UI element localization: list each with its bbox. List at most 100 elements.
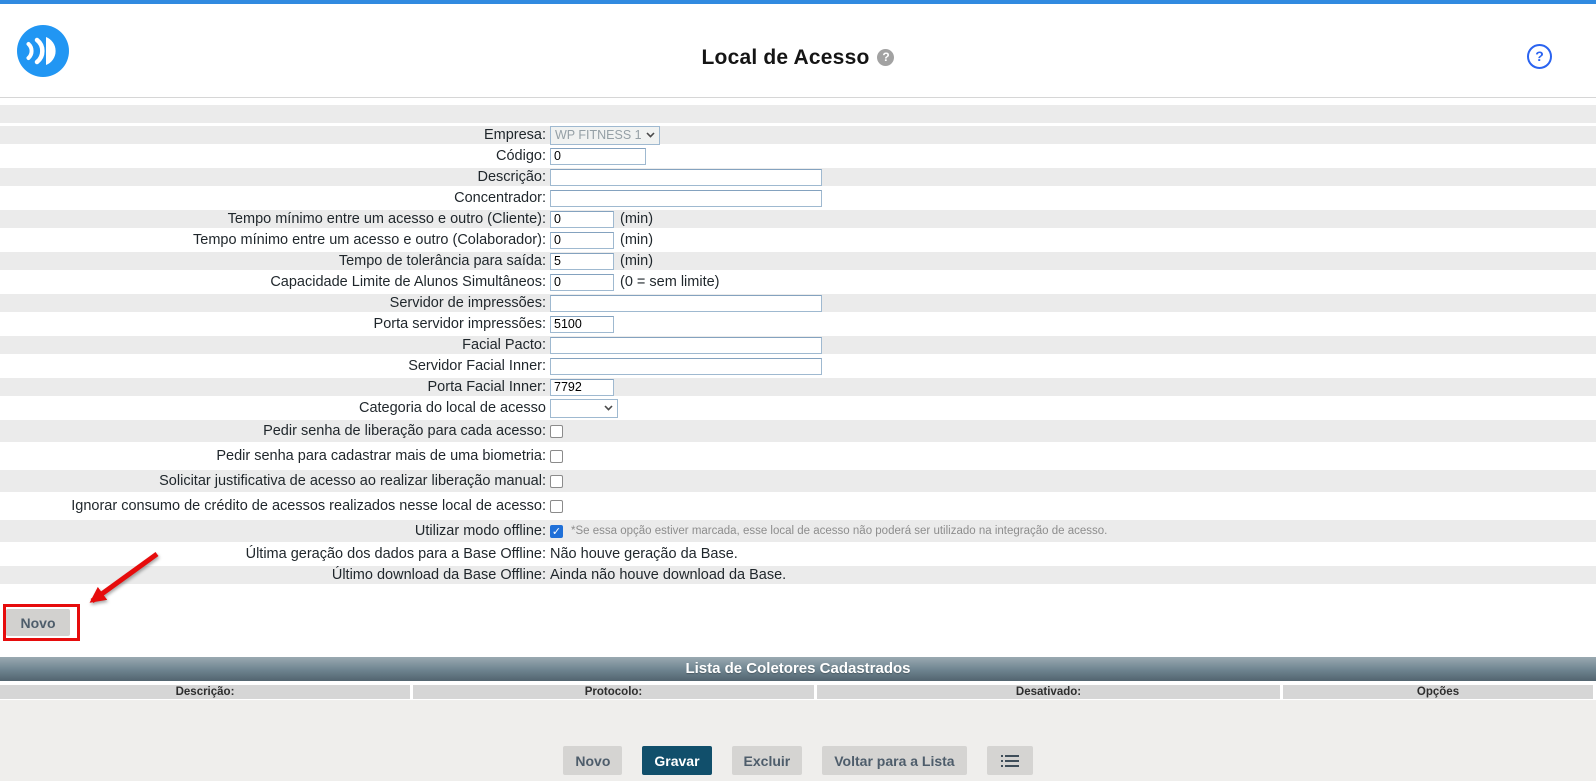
capacidade-limite-suffix: (0 = sem limite) bbox=[620, 274, 720, 290]
tempo-minimo-colaborador-suffix: (min) bbox=[620, 232, 653, 248]
field-label-pedir-senha-liberacao: Pedir senha de liberação para cada acess… bbox=[0, 423, 550, 439]
empresa-select[interactable]: WP FITNESS 1 bbox=[550, 126, 660, 145]
porta-impressoes-input[interactable] bbox=[550, 316, 614, 333]
field-control-ultimo-download-base: Ainda não houve download da Base. bbox=[550, 567, 786, 583]
facial-pacto-input[interactable] bbox=[550, 337, 822, 354]
voltar-lista-button[interactable]: Voltar para a Lista bbox=[822, 746, 966, 775]
field-control-servidor-facial-inner bbox=[550, 358, 822, 375]
list-icon bbox=[1001, 754, 1019, 768]
form-row-capacidade-limite: Capacidade Limite de Alunos Simultâneos:… bbox=[0, 273, 1596, 291]
chevron-down-icon bbox=[646, 132, 655, 138]
form-row-ignorar-consumo-credito: Ignorar consumo de crédito de acessos re… bbox=[0, 495, 1596, 517]
field-label-tempo-minimo-cliente: Tempo mínimo entre um acesso e outro (Cl… bbox=[0, 211, 550, 227]
field-control-facial-pacto bbox=[550, 337, 822, 354]
field-label-facial-pacto: Facial Pacto: bbox=[0, 337, 550, 353]
page-header: Local de Acesso? ? bbox=[0, 4, 1596, 98]
field-control-porta-impressoes bbox=[550, 316, 614, 333]
novo-button[interactable]: Novo bbox=[563, 746, 622, 775]
collectors-table-header: Descrição:Protocolo:Desativado:Opções bbox=[0, 685, 1596, 699]
field-label-servidor-facial-inner: Servidor Facial Inner: bbox=[0, 358, 550, 374]
field-label-pedir-senha-biometria: Pedir senha para cadastrar mais de uma b… bbox=[0, 448, 550, 464]
field-control-pedir-senha-liberacao bbox=[550, 425, 563, 438]
title-help-icon[interactable]: ? bbox=[877, 49, 894, 66]
collectors-section: Lista de Coletores Cadastrados Descrição… bbox=[0, 657, 1596, 699]
utilizar-modo-offline-checkbox[interactable]: ✓ bbox=[550, 525, 563, 538]
help-icon[interactable]: ? bbox=[1527, 44, 1552, 69]
pedir-senha-biometria-checkbox[interactable] bbox=[550, 450, 563, 463]
form-row-spacer bbox=[0, 105, 1596, 123]
tempo-minimo-colaborador-input[interactable] bbox=[550, 232, 614, 249]
tempo-tolerancia-saida-input[interactable] bbox=[550, 253, 614, 270]
form-row-ultima-geracao-base: Última geração dos dados para a Base Off… bbox=[0, 545, 1596, 563]
column-header-2: Desativado: bbox=[817, 685, 1280, 699]
tempo-tolerancia-saida-suffix: (min) bbox=[620, 253, 653, 269]
field-control-descricao bbox=[550, 169, 822, 186]
field-label-concentrador: Concentrador: bbox=[0, 190, 550, 206]
field-label-empresa: Empresa: bbox=[0, 127, 550, 143]
field-control-pedir-senha-biometria bbox=[550, 450, 563, 463]
page-title-wrap: Local de Acesso? bbox=[0, 46, 1596, 70]
field-label-tempo-minimo-colaborador: Tempo mínimo entre um acesso e outro (Co… bbox=[0, 232, 550, 248]
field-control-ignorar-consumo-credito bbox=[550, 500, 563, 513]
field-control-concentrador bbox=[550, 190, 822, 207]
highlight-arrow-icon bbox=[62, 546, 167, 618]
form-row-categoria-local-acesso: Categoria do local de acesso bbox=[0, 399, 1596, 417]
field-label-ignorar-consumo-credito: Ignorar consumo de crédito de acessos re… bbox=[0, 498, 550, 514]
form-row-pedir-senha-biometria: Pedir senha para cadastrar mais de uma b… bbox=[0, 445, 1596, 467]
tempo-minimo-cliente-suffix: (min) bbox=[620, 211, 653, 227]
page-title: Local de Acesso bbox=[702, 46, 870, 69]
excluir-button[interactable]: Excluir bbox=[732, 746, 803, 775]
solicitar-justificativa-checkbox[interactable] bbox=[550, 475, 563, 488]
concentrador-input[interactable] bbox=[550, 190, 822, 207]
access-location-form: Empresa: WP FITNESS 1 Código: Descrição: Con… bbox=[0, 105, 1596, 587]
field-label-solicitar-justificativa: Solicitar justificativa de acesso ao rea… bbox=[0, 473, 550, 489]
gravar-button[interactable]: Gravar bbox=[642, 746, 711, 775]
ignorar-consumo-credito-checkbox[interactable] bbox=[550, 500, 563, 513]
field-label-servidor-impressoes: Servidor de impressões: bbox=[0, 295, 550, 311]
field-control-empresa: WP FITNESS 1 bbox=[550, 126, 660, 145]
form-row-pedir-senha-liberacao: Pedir senha de liberação para cada acess… bbox=[0, 420, 1596, 442]
codigo-input[interactable] bbox=[550, 148, 646, 165]
pedir-senha-liberacao-checkbox[interactable] bbox=[550, 425, 563, 438]
field-control-tempo-minimo-colaborador: (min) bbox=[550, 232, 653, 249]
field-control-servidor-impressoes bbox=[550, 295, 822, 312]
porta-facial-inner-input[interactable] bbox=[550, 379, 614, 396]
form-row-porta-impressoes: Porta servidor impressões: bbox=[0, 315, 1596, 333]
empresa-selected-value: WP FITNESS 1 bbox=[555, 128, 642, 142]
categoria-local-acesso-select[interactable] bbox=[550, 399, 618, 418]
form-row-tempo-minimo-cliente: Tempo mínimo entre um acesso e outro (Cl… bbox=[0, 210, 1596, 228]
form-row-descricao: Descrição: bbox=[0, 168, 1596, 186]
field-label-codigo: Código: bbox=[0, 148, 550, 164]
form-row-tempo-minimo-colaborador: Tempo mínimo entre um acesso e outro (Co… bbox=[0, 231, 1596, 249]
field-label-porta-impressoes: Porta servidor impressões: bbox=[0, 316, 550, 332]
field-control-categoria-local-acesso bbox=[550, 399, 618, 418]
check-icon: ✓ bbox=[552, 526, 561, 538]
servidor-facial-inner-input[interactable] bbox=[550, 358, 822, 375]
field-label-porta-facial-inner: Porta Facial Inner: bbox=[0, 379, 550, 395]
form-row-empresa: Empresa: WP FITNESS 1 bbox=[0, 126, 1596, 144]
field-control-ultima-geracao-base: Não houve geração da Base. bbox=[550, 546, 738, 562]
form-row-codigo: Código: bbox=[0, 147, 1596, 165]
form-row-servidor-facial-inner: Servidor Facial Inner: bbox=[0, 357, 1596, 375]
form-row-ultimo-download-base: Último download da Base Offline:Ainda nã… bbox=[0, 566, 1596, 584]
tempo-minimo-cliente-input[interactable] bbox=[550, 211, 614, 228]
chevron-down-icon bbox=[604, 405, 613, 411]
field-label-capacidade-limite: Capacidade Limite de Alunos Simultâneos: bbox=[0, 274, 550, 290]
column-header-0: Descrição: bbox=[0, 685, 410, 699]
column-header-1: Protocolo: bbox=[413, 685, 814, 699]
field-control-porta-facial-inner bbox=[550, 379, 614, 396]
field-control-solicitar-justificativa bbox=[550, 475, 563, 488]
form-row-servidor-impressoes: Servidor de impressões: bbox=[0, 294, 1596, 312]
field-control-tempo-minimo-cliente: (min) bbox=[550, 211, 653, 228]
field-label-categoria-local-acesso: Categoria do local de acesso bbox=[0, 400, 550, 416]
field-label-tempo-tolerancia-saida: Tempo de tolerância para saída: bbox=[0, 253, 550, 269]
coletores-list-button[interactable] bbox=[987, 746, 1033, 775]
ultimo-download-base-value: Ainda não houve download da Base. bbox=[550, 567, 786, 583]
form-row-concentrador: Concentrador: bbox=[0, 189, 1596, 207]
field-label-descricao: Descrição: bbox=[0, 169, 550, 185]
servidor-impressoes-input[interactable] bbox=[550, 295, 822, 312]
capacidade-limite-input[interactable] bbox=[550, 274, 614, 291]
collectors-section-title: Lista de Coletores Cadastrados bbox=[0, 657, 1596, 681]
form-row-tempo-tolerancia-saida: Tempo de tolerância para saída: (min) bbox=[0, 252, 1596, 270]
descricao-input[interactable] bbox=[550, 169, 822, 186]
